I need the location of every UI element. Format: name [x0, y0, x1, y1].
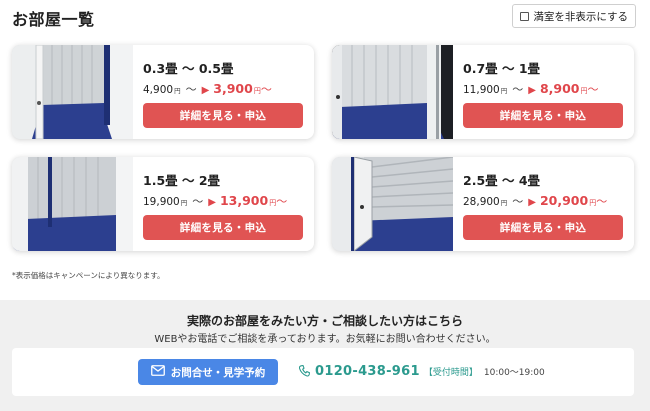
- tilde: 〜: [192, 195, 204, 208]
- mail-icon: [150, 365, 165, 379]
- room-size: 1.5畳 〜 2畳: [143, 173, 221, 188]
- room-photo: [12, 45, 133, 139]
- regular-price: 4,900: [143, 84, 174, 96]
- room-card: 1.5畳 〜 2畳 19,900 円 〜 ▶ 13,900 円 〜 詳細を見る・…: [12, 157, 314, 251]
- room-photo: [332, 45, 453, 139]
- yen-unit: 円: [253, 87, 261, 95]
- hours-label: 【受付時間】: [423, 368, 478, 378]
- price-row: 11,900 円 〜 ▶ 8,900 円 〜: [463, 81, 599, 97]
- room-card: 2.5畳 〜 4畳 28,900 円 〜 ▶ 20,900 円 〜 詳細を見る・…: [332, 157, 634, 251]
- sale-price: 8,900: [539, 81, 580, 96]
- sale-price: 3,900: [213, 81, 253, 96]
- tilde: 〜: [596, 195, 608, 208]
- contact-button-label: お問合せ・見学予約: [170, 366, 266, 379]
- sale-price: 13,900: [219, 193, 269, 208]
- yen-unit: 円: [174, 87, 181, 95]
- phone-contact[interactable]: 0120-438-961 【受付時間】 10:00〜19:00: [298, 362, 545, 381]
- phone-icon: [298, 362, 311, 381]
- tilde: 〜: [587, 83, 599, 96]
- yen-unit: 円: [580, 87, 588, 95]
- tilde: 〜: [276, 195, 288, 208]
- hide-full-rooms-label: 満室を非表示にする: [533, 10, 628, 23]
- page-header: お部屋一覧 満室を非表示にする: [12, 4, 636, 30]
- contact-title: 実際のお部屋をみたい方・ご相談したい方はこちら: [186, 314, 463, 328]
- arrow-right-icon: ▶: [208, 197, 216, 208]
- regular-price: 19,900: [143, 196, 180, 208]
- regular-price: 11,900: [463, 84, 500, 96]
- room-size: 0.3畳 〜 0.5畳: [143, 61, 234, 76]
- business-hours: 10:00〜19:00: [483, 368, 545, 378]
- tilde: 〜: [185, 83, 197, 96]
- tilde: 〜: [512, 83, 524, 96]
- checkbox[interactable]: [520, 11, 530, 21]
- detail-apply-button[interactable]: 詳細を見る・申込: [143, 215, 303, 240]
- room-card: 0.3畳 〜 0.5畳 4,900 円 〜 ▶ 3,900 円 〜 詳細を見る・…: [12, 45, 314, 139]
- price-row: 28,900 円 〜 ▶ 20,900 円 〜: [463, 193, 607, 209]
- arrow-right-icon: ▶: [528, 85, 536, 96]
- price-note: *表示価格はキャンペーンにより異なります。: [12, 271, 165, 280]
- detail-apply-button[interactable]: 詳細を見る・申込: [463, 215, 623, 240]
- yen-unit: 円: [180, 199, 188, 207]
- contact-section: 実際のお部屋をみたい方・ご相談したい方はこちら WEBやお電話でご相談を承ってお…: [0, 300, 650, 411]
- contact-box: お問合せ・見学予約 0120-438-961 【受付時間】 10:00〜19:0…: [12, 348, 634, 396]
- room-photo: [12, 157, 133, 251]
- yen-unit: 円: [500, 87, 508, 95]
- yen-unit: 円: [500, 199, 508, 207]
- page-title: お部屋一覧: [12, 10, 95, 29]
- price-row: 19,900 円 〜 ▶ 13,900 円 〜: [143, 193, 287, 209]
- arrow-right-icon: ▶: [201, 85, 210, 96]
- sale-price: 20,900: [539, 193, 589, 208]
- contact-visit-button[interactable]: お問合せ・見学予約: [138, 359, 278, 385]
- room-size: 0.7畳 〜 1畳: [463, 61, 541, 76]
- price-row: 4,900 円 〜 ▶ 3,900 円 〜: [143, 81, 272, 97]
- yen-unit: 円: [589, 199, 597, 207]
- hide-full-rooms-toggle[interactable]: 満室を非表示にする: [512, 4, 636, 28]
- tilde: 〜: [512, 195, 524, 208]
- room-photo: [332, 157, 453, 251]
- arrow-right-icon: ▶: [528, 197, 536, 208]
- yen-unit: 円: [269, 199, 277, 207]
- contact-subtitle: WEBやお電話でご相談を承っております。お気軽にお問い合わせください。: [154, 334, 496, 345]
- tilde: 〜: [260, 83, 272, 96]
- detail-apply-button[interactable]: 詳細を見る・申込: [463, 103, 623, 128]
- regular-price: 28,900: [463, 196, 500, 208]
- room-card: 0.7畳 〜 1畳 11,900 円 〜 ▶ 8,900 円 〜 詳細を見る・申…: [332, 45, 634, 139]
- detail-apply-button[interactable]: 詳細を見る・申込: [143, 103, 303, 128]
- room-size: 2.5畳 〜 4畳: [463, 173, 541, 188]
- phone-number[interactable]: 0120-438-961: [315, 364, 420, 379]
